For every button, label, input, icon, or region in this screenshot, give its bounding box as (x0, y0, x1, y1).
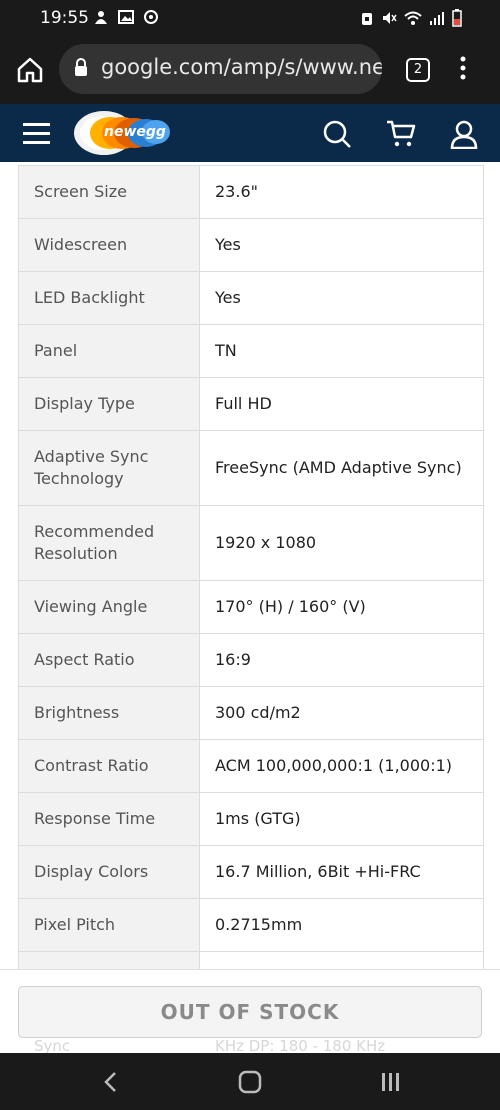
spec-value: 170° (H) / 160° (V) (200, 581, 483, 633)
spec-value: 0.2715mm (200, 899, 483, 951)
sync-icon (144, 10, 158, 24)
spec-row: Recommended Resolution 1920 x 1080 (19, 506, 483, 581)
spec-row: Brightness 300 cd/m2 (19, 687, 483, 740)
spec-label: Aspect Ratio (19, 634, 200, 686)
spec-label: Display Type (19, 378, 200, 430)
account-icon[interactable] (449, 119, 479, 149)
spec-row: Widescreen Yes (19, 219, 483, 272)
spec-value: 300 cd/m2 (200, 687, 483, 739)
mute-icon (383, 12, 397, 24)
back-icon[interactable] (101, 1070, 119, 1094)
system-icons (360, 9, 462, 27)
spec-value: 1920 x 1080 (200, 506, 483, 580)
more-options-icon[interactable] (458, 56, 468, 82)
spec-label: LED Backlight (19, 272, 200, 324)
spec-value: Yes (200, 272, 483, 324)
home-button[interactable] (14, 54, 46, 86)
spec-value: 144 Hz (200, 952, 483, 970)
spec-row: Contrast Ratio ACM 100,000,000:1 (1,000:1… (19, 740, 483, 793)
spec-value: Yes (200, 219, 483, 271)
spec-value: TN (200, 325, 483, 377)
spec-label: Pixel Pitch (19, 899, 200, 951)
spec-label: Recommended Resolution (19, 506, 200, 580)
spec-value: Full HD (200, 378, 483, 430)
spec-label: Widescreen (19, 219, 200, 271)
browser-toolbar: google.com/amp/s/www.newegg 2 (0, 36, 500, 104)
spec-row: LED Backlight Yes (19, 272, 483, 325)
out-of-stock-button[interactable]: OUT OF STOCK (18, 986, 482, 1038)
android-nav-bar (0, 1053, 500, 1110)
url-text[interactable]: google.com/amp/s/www.newegg (101, 55, 382, 79)
spec-row: Aspect Ratio 16:9 (19, 634, 483, 687)
spec-label: Screen Size (19, 166, 200, 218)
spec-row: Pixel Pitch 0.2715mm (19, 899, 483, 952)
spec-table: Screen Size 23.6" Widescreen Yes LED Backlig… (18, 165, 484, 970)
spec-row: Display Colors 16.7 Million, 6Bit +Hi-FRC (19, 846, 483, 899)
tab-count: 2 (413, 62, 423, 77)
spec-label: Response Time (19, 793, 200, 845)
menu-icon[interactable] (23, 122, 50, 145)
spec-row: Panel TN (19, 325, 483, 378)
status-bar: 19:55 (0, 0, 500, 36)
wifi-icon (404, 11, 422, 25)
spec-label: Contrast Ratio (19, 740, 200, 792)
cart-icon[interactable] (385, 119, 417, 149)
spec-label: Display Colors (19, 846, 200, 898)
battery-icon (452, 9, 462, 27)
spec-value: FreeSync (AMD Adaptive Sync) (200, 431, 483, 505)
spec-value: 16.7 Million, 6Bit +Hi-FRC (200, 846, 483, 898)
spec-row: Refresh Rate144 Hz (19, 952, 483, 970)
site-header: newegg (0, 104, 500, 163)
spec-label: Panel (19, 325, 200, 377)
image-icon (118, 10, 134, 24)
url-bar[interactable]: google.com/amp/s/www.newegg (59, 44, 382, 94)
signal-icon (430, 12, 444, 25)
status-time: 19:55 (40, 8, 89, 28)
purchase-bar: OUT OF STOCK Sync KHz DP: 180 - 180 KHz (0, 969, 500, 1055)
spec-value: 23.6" (200, 166, 483, 218)
spec-row: Screen Size 23.6" (19, 166, 483, 219)
logo-text: newegg (104, 124, 166, 140)
recent-apps-icon[interactable] (380, 1071, 402, 1093)
specifications-section: Screen Size 23.6" Widescreen Yes LED Backlig… (0, 162, 500, 970)
tabs-button[interactable]: 2 (406, 58, 430, 82)
spec-row: Viewing Angle 170° (H) / 160° (V) (19, 581, 483, 634)
spec-row: Adaptive Sync Technology FreeSync (AMD Ad… (19, 431, 483, 506)
spec-label: Adaptive Sync Technology (19, 431, 200, 505)
lock-icon (75, 58, 87, 76)
spec-row: Display Type Full HD (19, 378, 483, 431)
home-nav-icon[interactable] (238, 1070, 262, 1094)
spec-value: 1ms (GTG) (200, 793, 483, 845)
spec-row: Response Time 1ms (GTG) (19, 793, 483, 846)
spec-value: ACM 100,000,000:1 (1,000:1) (200, 740, 483, 792)
search-icon[interactable] (322, 119, 352, 149)
spec-label: Brightness (19, 687, 200, 739)
alarm-icon (362, 13, 372, 25)
vpn-icon (95, 11, 107, 24)
spec-label: Viewing Angle (19, 581, 200, 633)
spec-label: Refresh Rate (19, 952, 200, 970)
home-icon (17, 57, 43, 83)
notification-icons (93, 9, 159, 25)
spec-value: 16:9 (200, 634, 483, 686)
